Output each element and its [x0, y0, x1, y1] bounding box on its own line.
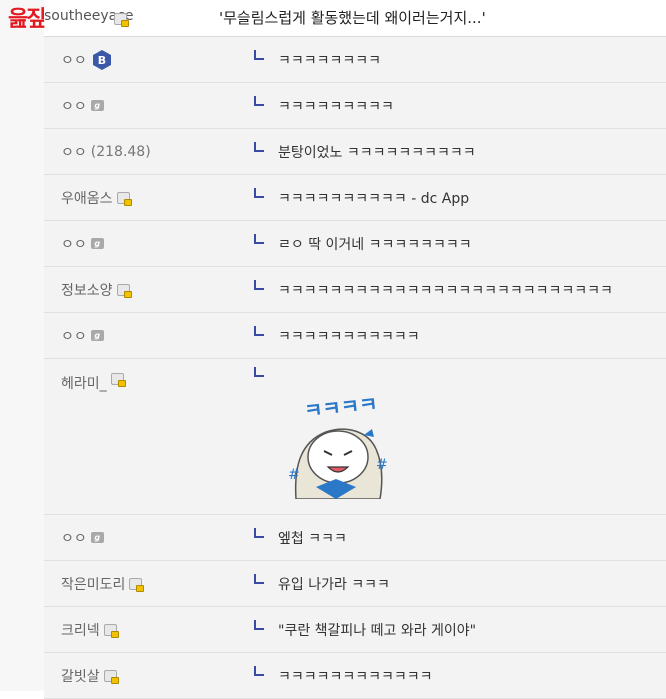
comment-body: 엪첩 ㅋㅋㅋ: [254, 515, 347, 560]
comment-body: ㅋㅋㅋㅋㅋㅋㅋㅋㅋㅋㅋ: [254, 313, 420, 358]
comment-row: 우애옴스 ㅋㅋㅋㅋㅋㅋㅋㅋㅋㅋ - dc App: [44, 175, 666, 221]
comment-text: ㅋㅋㅋㅋㅋㅋㅋㅋㅋㅋㅋㅋ: [278, 668, 433, 685]
comment-text: ㅋㅋㅋㅋㅋㅋㅋㅋㅋㅋ - dc App: [278, 190, 470, 207]
comment-body: ㄹㅇ 딱 이거네 ㅋㅋㅋㅋㅋㅋㅋㅋ: [254, 221, 472, 266]
svg-text:#: #: [288, 467, 300, 483]
comment-row: 크리넥 "쿠란 책갈피나 떼고 와라 게이야": [44, 607, 666, 653]
svg-text:#: #: [376, 457, 388, 473]
reply-arrow-icon: [254, 95, 264, 106]
reply-arrow-icon: [254, 187, 264, 198]
site-logo[interactable]: 읊짚: [8, 4, 98, 36]
comment-author-name: ㅇㅇ: [61, 52, 87, 69]
reply-arrow-icon: [254, 49, 264, 60]
reply-arrow-icon: [254, 325, 264, 336]
comment-row: ㅇㅇ B ㅋㅋㅋㅋㅋㅋㅋㅋ: [44, 37, 666, 83]
comment-author[interactable]: 작은미도리: [61, 561, 145, 606]
comment-author-name: 갈빗살: [61, 668, 100, 685]
svg-text:B: B: [98, 54, 106, 67]
site-logo-text: 읊짚: [8, 7, 47, 32]
fixed-nick-icon: [129, 577, 145, 592]
comment-row: ㅇㅇ g ㅋㅋㅋㅋㅋㅋㅋㅋㅋㅋㅋ: [44, 313, 666, 359]
comment-row: ㅇㅇ (218.48) 분탕이었노 ㅋㅋㅋㅋㅋㅋㅋㅋㅋㅋ: [44, 129, 666, 175]
comment-text: ㄹㅇ 딱 이거네 ㅋㅋㅋㅋㅋㅋㅋㅋ: [278, 236, 472, 253]
comment-row: ㅇㅇ g 엪첩 ㅋㅋㅋ: [44, 515, 666, 561]
comment-author[interactable]: ㅇㅇ g: [61, 515, 104, 560]
comment-list: ㅇㅇ B ㅋㅋㅋㅋㅋㅋㅋㅋ ㅇㅇ g ㅋㅋㅋㅋㅋㅋㅋㅋㅋ ㅇㅇ (218.48) 분탕이었노 ㅋ…: [44, 37, 666, 699]
reply-arrow-icon: [254, 233, 264, 244]
comment-author-ip: (218.48): [90, 143, 151, 160]
fixed-nick-icon: [116, 191, 132, 206]
comment-body: ㅋㅋㅋㅋㅋㅋㅋㅋㅋㅋㅋㅋ: [254, 653, 433, 698]
comment-author[interactable]: ㅇㅇ g: [61, 221, 104, 266]
reply-arrow-icon: [254, 665, 264, 676]
comment-author[interactable]: 헤라미_: [61, 359, 126, 393]
comment-author[interactable]: 크리넥: [61, 607, 119, 652]
comment-row: ㅇㅇ g ㄹㅇ 딱 이거네 ㅋㅋㅋㅋㅋㅋㅋㅋ: [44, 221, 666, 267]
sticker-caption: ㅋㅋㅋㅋ: [303, 392, 379, 424]
comment-author[interactable]: 우애옴스: [61, 175, 132, 220]
comment-body: [254, 359, 278, 377]
fluid-nick-icon: g: [90, 532, 104, 543]
comment-text: "쿠란 책갈피나 떼고 와라 게이야": [278, 622, 477, 639]
comment-text: ㅋㅋㅋㅋㅋㅋㅋㅋㅋㅋㅋㅋㅋㅋㅋㅋㅋㅋㅋㅋㅋㅋㅋㅋㅋㅋ: [278, 282, 613, 299]
comment-author-name: 정보소양: [61, 282, 113, 299]
fluid-nick-icon: g: [90, 330, 104, 341]
comment-author-name: 우애옴스: [61, 190, 113, 207]
comment-body: 유입 나가라 ㅋㅋㅋ: [254, 561, 390, 606]
reply-arrow-icon: [254, 141, 264, 152]
comment-row: 정보소양 ㅋㅋㅋㅋㅋㅋㅋㅋㅋㅋㅋㅋㅋㅋㅋㅋㅋㅋㅋㅋㅋㅋㅋㅋㅋㅋ: [44, 267, 666, 313]
fixed-nick-icon: [116, 283, 132, 298]
left-gutter: [0, 0, 45, 691]
comment-text: 유입 나가라 ㅋㅋㅋ: [278, 576, 390, 593]
fixed-nick-icon: [114, 10, 129, 29]
comment-body: ㅋㅋㅋㅋㅋㅋㅋㅋㅋㅋ - dc App: [254, 175, 469, 220]
comment-author-name: ㅇㅇ: [61, 328, 87, 345]
reply-arrow-icon: [254, 279, 264, 290]
comment-author-name: ㅇㅇ: [61, 236, 87, 253]
comment-author[interactable]: ㅇㅇ (218.48): [61, 129, 151, 174]
comment-text: 분탕이었노 ㅋㅋㅋㅋㅋㅋㅋㅋㅋㅋ: [278, 144, 476, 161]
comment-text: 엪첩 ㅋㅋㅋ: [278, 530, 347, 547]
comment-row: ㅇㅇ g ㅋㅋㅋㅋㅋㅋㅋㅋㅋ: [44, 83, 666, 129]
comment-author[interactable]: ㅇㅇ B: [61, 37, 113, 82]
comment-text: ㅋㅋㅋㅋㅋㅋㅋㅋ: [278, 52, 382, 69]
comment-body: "쿠란 책갈피나 떼고 와라 게이야": [254, 607, 476, 652]
reply-arrow-icon: [254, 527, 264, 538]
comment-body: ㅋㅋㅋㅋㅋㅋㅋㅋ: [254, 37, 381, 82]
comment-body: ㅋㅋㅋㅋㅋㅋㅋㅋㅋ: [254, 83, 394, 128]
comment-author-name: 작은미도리: [61, 576, 126, 593]
comment-author-name: 크리넥: [61, 622, 100, 639]
comment-author[interactable]: ㅇㅇ g: [61, 83, 104, 128]
post-title[interactable]: '무슬림스럽게 활동했는데 왜이러는거지...': [219, 7, 486, 28]
comment-row: 헤라미_ ㅋㅋㅋㅋ # #: [44, 359, 666, 515]
comment-author[interactable]: ㅇㅇ g: [61, 313, 104, 358]
reply-arrow-icon: [254, 619, 264, 630]
comment-body: 분탕이었노 ㅋㅋㅋㅋㅋㅋㅋㅋㅋㅋ: [254, 129, 476, 174]
reply-arrow-icon: [254, 367, 264, 377]
fluid-nick-icon: g: [90, 238, 104, 249]
comment-row: 갈빗살 ㅋㅋㅋㅋㅋㅋㅋㅋㅋㅋㅋㅋ: [44, 653, 666, 699]
comment-author-name: ㅇㅇ: [61, 144, 87, 161]
comment-author-name: ㅇㅇ: [61, 530, 87, 547]
fixed-nick-icon: [110, 373, 126, 387]
comment-author[interactable]: 갈빗살: [61, 653, 119, 698]
comment-text: ㅋㅋㅋㅋㅋㅋㅋㅋㅋㅋㅋ: [278, 328, 420, 345]
comment-body: ㅋㅋㅋㅋㅋㅋㅋㅋㅋㅋㅋㅋㅋㅋㅋㅋㅋㅋㅋㅋㅋㅋㅋㅋㅋㅋ: [254, 267, 613, 312]
fixed-nick-icon: [103, 669, 119, 684]
b-badge-icon: B: [91, 49, 113, 71]
comment-author-name: ㅇㅇ: [61, 98, 87, 115]
reply-arrow-icon: [254, 573, 264, 584]
comment-text: ㅋㅋㅋㅋㅋㅋㅋㅋㅋ: [278, 98, 394, 115]
post-header: southeeyace '무슬림스럽게 활동했는데 왜이러는거지...': [44, 0, 666, 37]
comment-author-name: 헤라미_: [61, 376, 107, 392]
comment-row: 작은미도리 유입 나가라 ㅋㅋㅋ: [44, 561, 666, 607]
dccon-sticker[interactable]: ㅋㅋㅋㅋ # #: [276, 387, 400, 500]
fluid-nick-icon: g: [90, 100, 104, 111]
fixed-nick-icon: [103, 623, 119, 638]
comment-author[interactable]: 정보소양: [61, 267, 132, 312]
